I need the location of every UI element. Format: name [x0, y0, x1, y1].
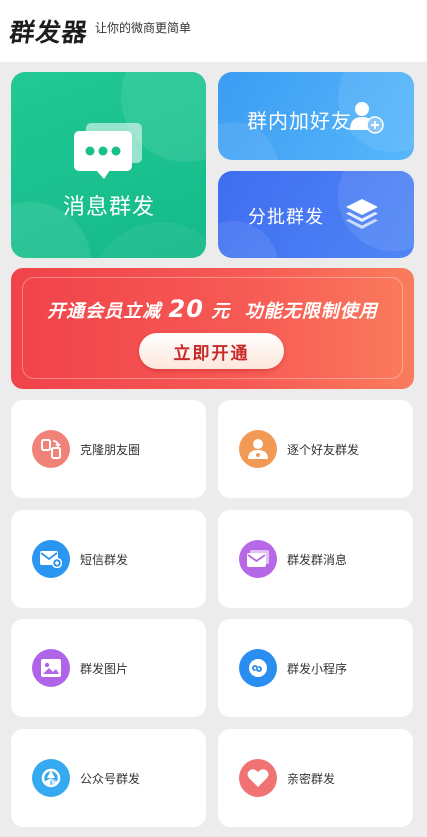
tile-label: 群发小程序: [287, 661, 348, 676]
tile-official-account-broadcast[interactable]: 公众号群发: [11, 729, 206, 827]
tile-label: 逐个好友群发: [287, 442, 360, 457]
tile-label: 克隆朋友圈: [80, 442, 141, 457]
sms-icon: [32, 540, 70, 578]
tile-label: 公众号群发: [80, 771, 141, 786]
tile-label: 群发图片: [80, 661, 129, 676]
image-icon: [32, 649, 70, 687]
tile-mini-program-broadcast[interactable]: 群发小程序: [218, 619, 413, 717]
clone-icon: [32, 430, 70, 468]
chat-bubbles-icon: [74, 123, 144, 183]
tile-label: 群发群消息: [287, 552, 348, 567]
activate-now-button[interactable]: 立即开通: [139, 333, 284, 369]
tile-group-message[interactable]: 群发群消息: [218, 510, 413, 608]
broadcast-card[interactable]: 消息群发: [11, 72, 206, 258]
message-icon: [239, 540, 277, 578]
tile-label: 短信群发: [80, 552, 129, 567]
tile-individual-broadcast[interactable]: 逐个好友群发: [218, 400, 413, 498]
batch-send-card[interactable]: 分批群发: [218, 171, 414, 258]
membership-banner[interactable]: 开通会员立减 20 元 功能无限制使用 立即开通: [11, 268, 414, 389]
mini-program-icon: [239, 649, 277, 687]
heart-icon: [239, 759, 277, 797]
banner-title: 开通会员立减 20 元 功能无限制使用: [47, 295, 378, 323]
group-add-friend-card[interactable]: 群内加好友: [218, 72, 414, 160]
group-add-friend-label: 群内加好友: [247, 109, 352, 133]
person-icon: [239, 430, 277, 468]
broadcast-label: 消息群发: [63, 195, 156, 220]
app-slogan: 让你的微商更简单: [95, 20, 192, 35]
tile-image-broadcast[interactable]: 群发图片: [11, 619, 206, 717]
tile-clone-moments[interactable]: 克隆朋友圈: [11, 400, 206, 498]
tile-sms-broadcast[interactable]: 短信群发: [11, 510, 206, 608]
tile-label: 亲密群发: [287, 771, 336, 786]
tile-intimate-broadcast[interactable]: 亲密群发: [218, 729, 413, 827]
add-user-icon: [350, 100, 384, 138]
official-account-icon: [32, 759, 70, 797]
app-header: 群发器 让你的微商更简单: [0, 0, 427, 62]
batch-send-label: 分批群发: [248, 207, 324, 228]
app-logo: 群发器: [7, 18, 90, 47]
layers-icon: [344, 197, 380, 237]
